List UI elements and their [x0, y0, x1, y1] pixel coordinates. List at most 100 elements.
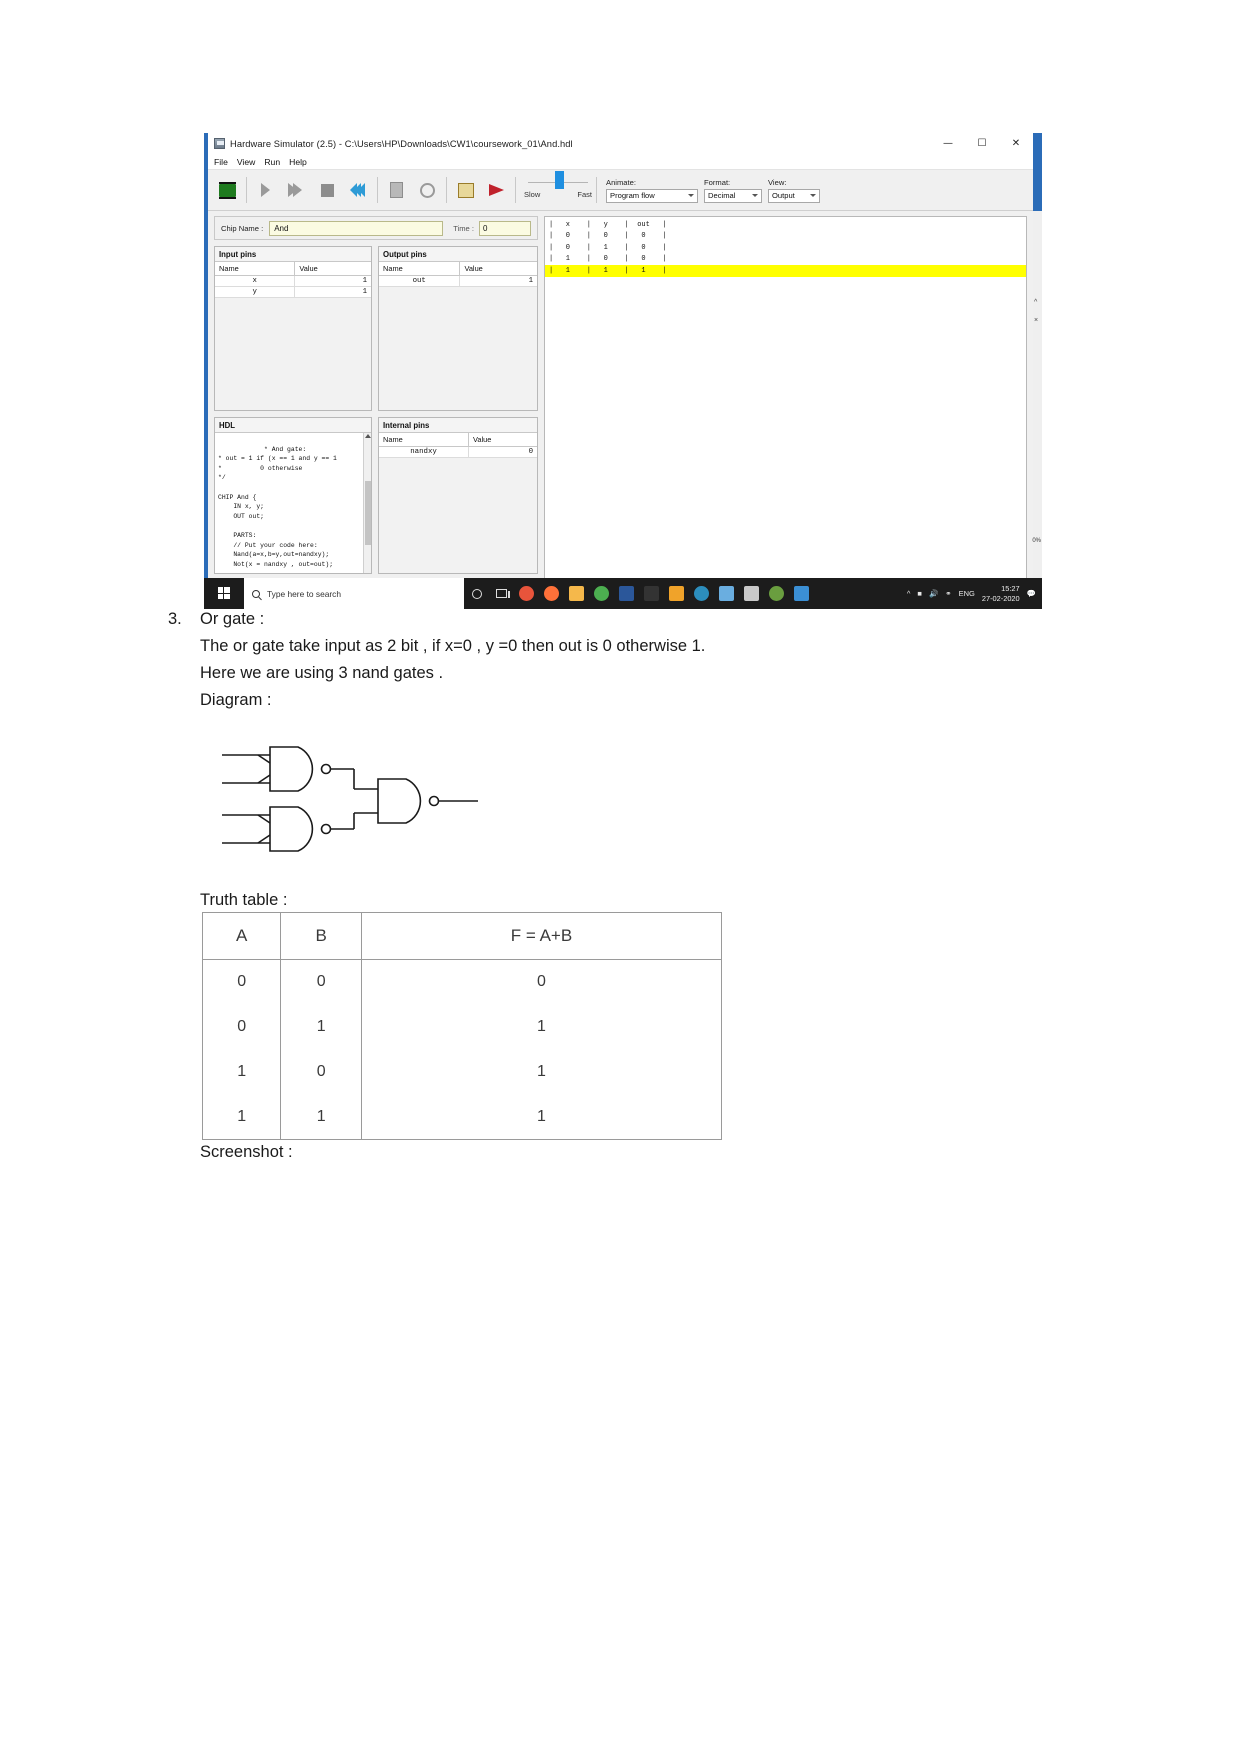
col-name: Name [379, 433, 470, 447]
view-select[interactable]: Output [768, 188, 820, 203]
taskbar-app-misc[interactable] [789, 578, 814, 609]
window-controls: — ☐ ✕ [931, 133, 1033, 154]
table-row[interactable]: y 1 [215, 286, 371, 298]
hdl-code-editor[interactable]: * And gate: * out = 1 if (x == 1 and y =… [215, 433, 371, 573]
compare-icon[interactable] [452, 177, 479, 204]
chevron-down-icon [752, 194, 758, 197]
chip-name-label: Chip Name : [221, 223, 264, 233]
col-b: B [280, 913, 362, 961]
menu-item-file[interactable]: File [214, 157, 228, 167]
col-a: A [203, 913, 282, 961]
toolbar-divider [596, 177, 597, 203]
step-icon[interactable] [252, 177, 279, 204]
notifications-icon[interactable]: 💬 [1027, 589, 1036, 598]
table-header-row: Name Value [379, 433, 537, 447]
sim-output-row: | 1 | 0 | 0 | [549, 255, 667, 264]
taskbar-app-photos[interactable] [714, 578, 739, 609]
table-row[interactable]: nandxy 0 [379, 446, 537, 458]
table-header-row: Name Value [379, 262, 537, 276]
table-row[interactable]: out 1 [379, 275, 537, 287]
toolbar: Slow Fast Animate: Program flow Format: … [208, 170, 1033, 211]
output-pins-title: Output pins [379, 247, 537, 262]
menu-item-view[interactable]: View [237, 157, 255, 167]
table-row[interactable]: x 1 [215, 275, 371, 287]
taskbar-app-file-explorer[interactable] [564, 578, 589, 609]
description-line-2: Here we are using 3 nand gates . [200, 664, 444, 682]
maximize-icon[interactable]: ☐ [965, 133, 999, 154]
taskbar-app-utorrent[interactable] [589, 578, 614, 609]
taskbar-app-word[interactable] [614, 578, 639, 609]
taskbar-search-input[interactable]: Type here to search [244, 578, 464, 609]
toolbar-divider [377, 177, 378, 203]
time-label: Time : [453, 223, 474, 233]
pin-value[interactable]: 1 [294, 286, 371, 298]
col-value: Value [294, 262, 371, 276]
col-name: Name [379, 262, 461, 276]
speed-slider[interactable]: Slow Fast [523, 170, 593, 210]
time-input[interactable]: 0 [479, 220, 531, 236]
simulation-output-panel[interactable]: | x | y | out | | 0 | 0 | 0 | | 0 | 1 | … [544, 216, 1027, 586]
taskbar-app-paint[interactable] [764, 578, 789, 609]
internal-pins-empty-area [379, 458, 537, 573]
format-label: Format: [704, 177, 731, 187]
taskbar-clock[interactable]: 15:27 27-02-2020 [982, 584, 1020, 604]
screenshot-label: Screenshot : [200, 1143, 293, 1161]
animate-value: Program flow [610, 191, 655, 200]
pin-value: 1 [459, 275, 537, 287]
right-scroll-strip[interactable]: ^ × 0% [1032, 211, 1042, 578]
hdl-scrollbar[interactable] [363, 433, 371, 573]
sim-output-row: | 0 | 1 | 0 | [549, 243, 667, 252]
taskbar-app-notepad[interactable] [739, 578, 764, 609]
script-icon[interactable] [383, 177, 410, 204]
language-indicator[interactable]: ENG [959, 589, 975, 598]
pin-value[interactable]: 1 [294, 275, 371, 287]
network-icon[interactable]: ⚭ [945, 589, 951, 598]
scroll-up-icon[interactable] [365, 434, 371, 438]
chip-name-input[interactable]: And [269, 220, 444, 236]
taskbar-app-sublime[interactable] [664, 578, 689, 609]
taskbar-app-equalizer[interactable] [639, 578, 664, 609]
format-select[interactable]: Decimal [704, 188, 762, 203]
menu-item-run[interactable]: Run [264, 157, 280, 167]
fast-forward-icon[interactable] [283, 177, 310, 204]
close-pane-icon[interactable]: × [1034, 317, 1038, 324]
truth-table-label: Truth table : [200, 891, 288, 909]
clock-icon[interactable] [414, 177, 441, 204]
scroll-up-icon[interactable]: ^ [1034, 299, 1037, 306]
format-value: Decimal [708, 191, 736, 200]
search-icon [252, 589, 260, 598]
sim-output-row: | 0 | 0 | 0 | [549, 232, 667, 241]
cortana-icon[interactable] [464, 578, 489, 609]
toolbar-divider [515, 177, 516, 203]
task-view-icon[interactable] [489, 578, 514, 609]
minimize-icon[interactable]: — [931, 133, 965, 154]
speed-slow-label: Slow [524, 189, 541, 199]
col-f: F = A+B [361, 913, 721, 961]
taskbar-app-chrome[interactable] [514, 578, 539, 609]
battery-icon[interactable]: ■ [917, 589, 922, 598]
diagram-label: Diagram : [200, 691, 272, 709]
truth-table-header-row: A B F = A+B [203, 913, 721, 961]
col-value: Value [468, 433, 537, 447]
menu-item-help[interactable]: Help [289, 157, 307, 167]
tray-expand-icon[interactable]: ^ [907, 589, 911, 598]
volume-icon[interactable]: 🔊 [929, 589, 938, 598]
chip-icon[interactable] [214, 177, 241, 204]
taskbar-app-firefox[interactable] [539, 578, 564, 609]
close-icon[interactable]: ✕ [999, 133, 1033, 154]
clock-date: 27-02-2020 [981, 593, 1020, 603]
scrollbar-thumb[interactable] [365, 481, 371, 545]
slider-labels: Slow Fast [524, 190, 592, 199]
stop-icon[interactable] [314, 177, 341, 204]
speed-fast-label: Fast [577, 189, 592, 199]
slider-thumb[interactable] [555, 170, 564, 189]
start-button[interactable] [204, 578, 244, 609]
animate-select[interactable]: Program flow [606, 188, 698, 203]
col-name: Name [215, 262, 296, 276]
flag-icon[interactable] [483, 177, 510, 204]
rewind-icon[interactable] [345, 177, 372, 204]
heading-or-gate: Or gate : [200, 610, 265, 628]
window-title: Hardware Simulator (2.5) - C:\Users\HP\D… [230, 138, 573, 149]
internal-pins-panel: Internal pins Name Value nandxy 0 [378, 417, 538, 574]
taskbar-app-edge[interactable] [689, 578, 714, 609]
